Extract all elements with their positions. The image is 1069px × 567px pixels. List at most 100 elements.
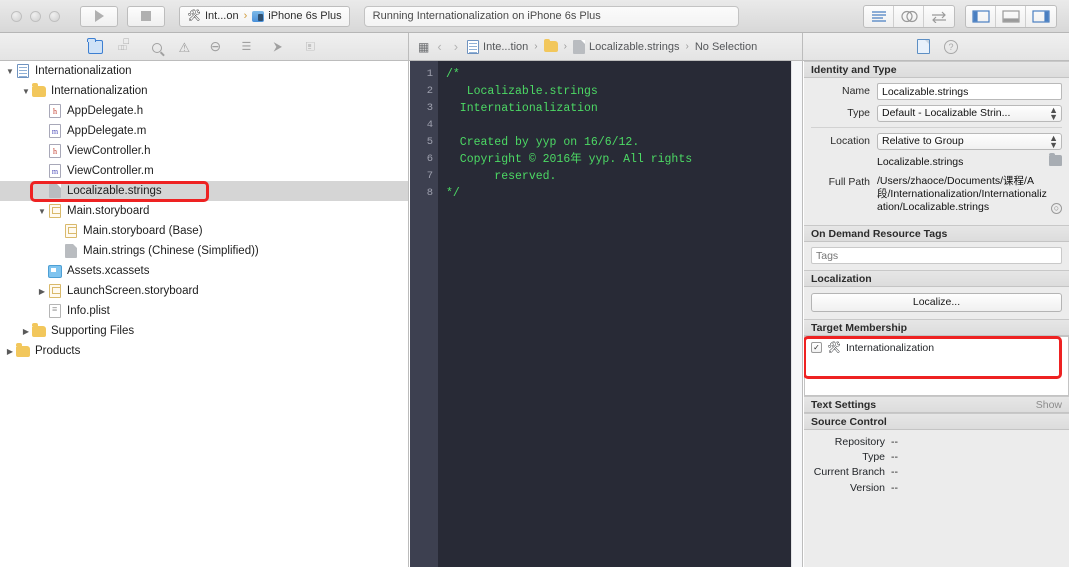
localization-body: Localize... bbox=[804, 287, 1069, 319]
navigator-tree: ▼ Internationalization ▼ Internationalizati… bbox=[0, 61, 408, 361]
go-back-button[interactable]: ‹ bbox=[434, 39, 444, 54]
close-button[interactable] bbox=[11, 10, 22, 22]
code-line: Copyright © 2016年 yyp. All rights bbox=[446, 153, 693, 166]
disclosure-triangle-icon[interactable]: ▶ bbox=[36, 287, 48, 296]
navigator-row[interactable]: h ViewController.h bbox=[0, 141, 408, 161]
breadcrumb-separator-icon-2: › bbox=[563, 41, 567, 52]
full-path-row: Full Path /Users/zhaoce/Documents/课程/A段/… bbox=[811, 174, 1062, 214]
navigator-panel-icon bbox=[971, 9, 990, 23]
activity-status-bar: Running Internationalization on iPhone 6… bbox=[363, 5, 739, 27]
project-navigator[interactable]: ▼ Internationalization ▼ Internationalizati… bbox=[0, 61, 409, 567]
localization-title: Localization bbox=[811, 272, 872, 285]
breadcrumb-file[interactable]: Localizable.strings bbox=[572, 39, 679, 54]
target-row[interactable]: ✓ 🛠 Internationalization bbox=[811, 341, 1062, 354]
code-line: reserved. bbox=[446, 170, 557, 183]
disclosure-triangle-icon[interactable]: ▶ bbox=[4, 347, 16, 356]
issue-navigator-icon[interactable] bbox=[179, 40, 193, 56]
target-membership-header: Target Membership bbox=[804, 319, 1069, 336]
debug-navigator-icon[interactable] bbox=[242, 40, 257, 54]
go-forward-button[interactable]: › bbox=[451, 39, 461, 54]
quick-help-icon[interactable]: ? bbox=[944, 39, 958, 54]
breadcrumb-group[interactable] bbox=[543, 38, 558, 52]
disclosure-triangle-icon[interactable]: ▶ bbox=[20, 327, 32, 336]
disclosure-triangle-icon[interactable]: ▼ bbox=[36, 207, 48, 216]
navigator-row[interactable]: m ViewController.m bbox=[0, 161, 408, 181]
play-icon bbox=[94, 10, 104, 22]
navigator-row[interactable]: Main.storyboard (Base) bbox=[0, 221, 408, 241]
location-file-spacer bbox=[811, 155, 877, 157]
source-control-row: Type -- bbox=[811, 451, 1062, 463]
navigator-row[interactable]: Main.strings (Chinese (Simplified)) bbox=[0, 241, 408, 261]
target-checkbox[interactable]: ✓ bbox=[811, 342, 822, 353]
version-editor-button[interactable] bbox=[924, 6, 954, 27]
breadcrumb-project[interactable]: Inte...tion bbox=[467, 39, 528, 54]
run-button[interactable] bbox=[80, 5, 118, 27]
toggle-navigator-button[interactable] bbox=[966, 5, 996, 27]
code-content[interactable]: /* Localizable.strings Internationalizat… bbox=[438, 61, 802, 567]
symbol-navigator-icon[interactable] bbox=[119, 36, 135, 54]
debug-panel-icon bbox=[1001, 9, 1020, 23]
version-editor-icon bbox=[932, 11, 946, 23]
source-control-row: Repository -- bbox=[811, 436, 1062, 448]
text-settings-title: Text Settings bbox=[811, 398, 877, 411]
breakpoint-navigator-icon[interactable] bbox=[274, 39, 289, 54]
file-inspector-icon[interactable] bbox=[917, 39, 930, 54]
navigator-row[interactable]: Localizable.strings bbox=[0, 181, 408, 201]
navigator-row-label: ViewController.h bbox=[67, 145, 151, 157]
reveal-path-icon[interactable]: ○ bbox=[1051, 203, 1062, 214]
full-path-value: /Users/zhaoce/Documents/课程/A段/Internatio… bbox=[877, 175, 1047, 213]
name-field[interactable] bbox=[877, 83, 1062, 100]
type-label: Type bbox=[847, 107, 870, 119]
navigator-row[interactable]: ▼ Internationalization bbox=[0, 81, 408, 101]
location-popup[interactable]: Relative to Group ▲ ▼ bbox=[877, 133, 1062, 150]
related-items-icon[interactable]: ▦ bbox=[418, 40, 429, 54]
jump-bar: ▦ ‹ › Inte...tion › › Localizable.string… bbox=[410, 33, 803, 60]
chevron-updown-icon-2: ▲ ▼ bbox=[1049, 133, 1058, 150]
breadcrumb-selection-label[interactable]: No Selection bbox=[695, 41, 757, 53]
navigator-row[interactable]: ▼ Main.storyboard bbox=[0, 201, 408, 221]
stop-button[interactable] bbox=[127, 5, 165, 27]
text-settings-show-button[interactable]: Show bbox=[1036, 399, 1062, 411]
source-editor[interactable]: 1 2 3 4 5 6 7 8 /* Localizable.strings Internat… bbox=[410, 61, 803, 567]
navigator-row[interactable]: Assets.xcassets bbox=[0, 261, 408, 281]
find-navigator-icon[interactable] bbox=[151, 42, 162, 53]
plist-icon bbox=[49, 304, 61, 318]
objc-file-icon: m bbox=[49, 164, 61, 178]
reveal-in-finder-icon[interactable] bbox=[1049, 153, 1062, 166]
type-value: Default - Localizable Strin... bbox=[882, 107, 1011, 119]
location-file-value: Localizable.strings bbox=[877, 156, 964, 168]
on-demand-resource-tags-header: On Demand Resource Tags bbox=[804, 225, 1069, 242]
location-file-row: Localizable.strings bbox=[811, 153, 1062, 169]
navigator-row[interactable]: Info.plist bbox=[0, 301, 408, 321]
standard-editor-button[interactable] bbox=[864, 5, 894, 27]
navigator-row[interactable]: ▶ Products bbox=[0, 341, 408, 361]
minimize-button[interactable] bbox=[30, 10, 41, 22]
disclosure-triangle-icon[interactable]: ▼ bbox=[20, 87, 32, 96]
code-line: Localizable.strings bbox=[446, 85, 598, 98]
source-control-title: Source Control bbox=[811, 415, 887, 428]
standard-editor-icon bbox=[871, 10, 886, 22]
toggle-debug-area-button[interactable] bbox=[996, 5, 1026, 27]
toggle-utilities-button[interactable] bbox=[1026, 6, 1056, 27]
navigator-row[interactable]: h AppDelegate.h bbox=[0, 101, 408, 121]
editor-scrollbar[interactable] bbox=[791, 61, 802, 567]
assistant-editor-button[interactable] bbox=[894, 5, 924, 27]
disclosure-triangle-icon[interactable]: ▼ bbox=[4, 67, 16, 76]
localize-button[interactable]: Localize... bbox=[811, 293, 1062, 312]
stop-icon bbox=[141, 11, 151, 21]
tags-field[interactable] bbox=[811, 247, 1062, 264]
scheme-selector[interactable]: 🛠 Int...on › iPhone 6s Plus bbox=[179, 5, 350, 27]
location-row: Location Relative to Group ▲ ▼ bbox=[811, 133, 1062, 150]
project-navigator-icon[interactable] bbox=[87, 37, 103, 54]
type-popup[interactable]: Default - Localizable Strin... ▲ ▼ bbox=[877, 105, 1062, 122]
zoom-button[interactable] bbox=[49, 10, 60, 22]
navigator-row[interactable]: ▼ Internationalization bbox=[0, 61, 408, 81]
text-settings-header[interactable]: Text Settings Show bbox=[804, 396, 1069, 413]
navigator-row[interactable]: ▶ LaunchScreen.storyboard bbox=[0, 281, 408, 301]
report-navigator-icon[interactable] bbox=[306, 38, 321, 60]
folder-icon bbox=[543, 38, 558, 52]
test-navigator-icon[interactable] bbox=[210, 38, 225, 55]
navigator-row[interactable]: ▶ Supporting Files bbox=[0, 321, 408, 341]
navigator-row[interactable]: m AppDelegate.m bbox=[0, 121, 408, 141]
line-number: 8 bbox=[426, 187, 433, 199]
